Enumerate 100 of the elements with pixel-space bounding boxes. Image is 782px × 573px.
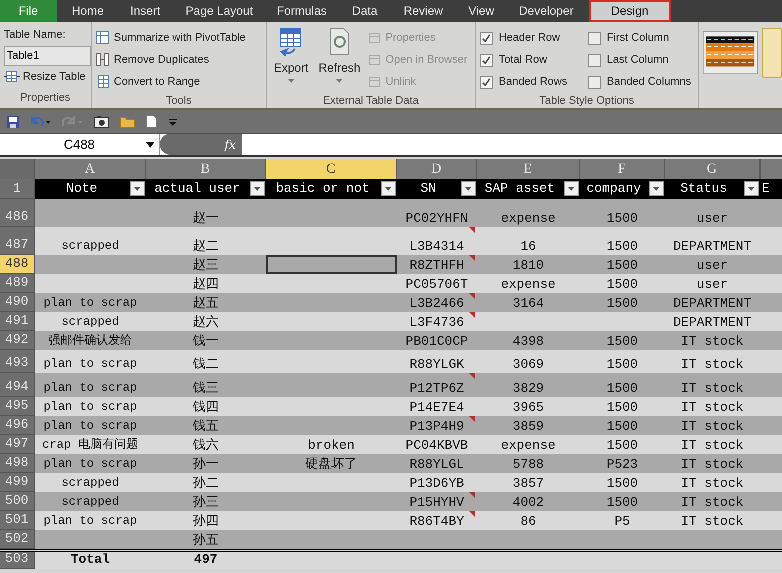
cell-text: DEPARTMENT [673, 238, 752, 255]
row-header[interactable]: 501 [0, 511, 35, 530]
cell-text: 3857 [512, 475, 544, 492]
cell-text: 1500 [606, 257, 638, 274]
resize-table-button[interactable]: Resize Table [4, 68, 86, 85]
row-header[interactable]: 488 [0, 255, 35, 274]
cell-text: 硬盘坏了 [306, 456, 358, 473]
checkbox[interactable] [588, 54, 601, 66]
camera-icon[interactable] [94, 114, 110, 128]
row-header[interactable]: 490 [0, 293, 35, 312]
cell-text: P523 [606, 456, 638, 473]
cell-text: 1500 [606, 238, 638, 255]
cell-text: PC05706T [406, 276, 468, 293]
row-header[interactable]: 500 [0, 492, 35, 511]
customize-caret-icon[interactable] [168, 116, 178, 126]
name-box[interactable]: C488 [0, 134, 160, 155]
filter-button[interactable] [130, 181, 145, 196]
checkbox[interactable] [480, 76, 493, 88]
row-header[interactable]: 497 [0, 435, 35, 454]
ribbon-button[interactable]: Remove Duplicates [96, 49, 210, 71]
cell-text: IT stock [681, 494, 744, 511]
filter-button[interactable] [649, 181, 664, 196]
cell-text: plan to scrap [44, 456, 138, 473]
cell-text: scrapped [62, 314, 120, 331]
table-style-thumbnail[interactable] [762, 28, 782, 78]
cell-text: 1500 [606, 437, 638, 454]
ribbon-tab[interactable]: Design [589, 0, 671, 22]
checkbox[interactable] [480, 54, 493, 66]
cell-text: PC02YHFN [406, 210, 468, 227]
table-name-field[interactable]: Table1 [4, 46, 91, 66]
column-header[interactable]: C [266, 159, 397, 179]
file-tab[interactable]: File [0, 0, 57, 22]
row-header[interactable]: 502 [0, 530, 35, 549]
cell-text: L3F4736 [410, 314, 464, 331]
cell-text: IT stock [681, 333, 744, 350]
checkbox-label: Total Row [499, 52, 548, 68]
filter-button[interactable] [744, 181, 759, 196]
row-header[interactable]: 491 [0, 312, 35, 331]
ribbon-button[interactable]: Refresh [316, 27, 364, 93]
cell-text: L3B4314 [410, 238, 464, 255]
row-header[interactable]: 496 [0, 416, 35, 435]
row-header[interactable]: 493 [0, 350, 35, 373]
ribbon-tab[interactable]: Formulas [267, 0, 337, 22]
check-icon [482, 56, 491, 64]
cell-text: scrapped [62, 475, 120, 492]
cell-text: scrapped [62, 494, 120, 511]
folder-icon[interactable] [120, 114, 136, 128]
insert-function-button[interactable]: fx [224, 136, 236, 154]
group-label: Properties [20, 90, 71, 106]
cell-text: 1500 [606, 475, 638, 492]
row-header[interactable]: 498 [0, 454, 35, 473]
row-header[interactable]: 487 [0, 227, 35, 255]
caret-icon [748, 186, 755, 190]
active-cell[interactable] [266, 255, 397, 274]
ribbon-tab[interactable]: Developer [509, 0, 584, 22]
cell-text: 钱五 [193, 418, 219, 435]
ribbon-tab[interactable]: Page Layout [172, 0, 267, 22]
row-header[interactable]: 489 [0, 274, 35, 293]
cell-text: 5788 [512, 456, 544, 473]
row-header[interactable]: 1 [0, 179, 35, 199]
cell-text: 4002 [512, 494, 544, 511]
cell-text: PB01C0CP [406, 333, 468, 350]
ribbon-tab[interactable]: Data [337, 0, 393, 22]
checkbox-label: Header Row [499, 30, 560, 46]
row-header[interactable]: 503 [0, 552, 35, 569]
ribbon-tab[interactable]: Home [57, 0, 119, 22]
ribbon-button[interactable]: Summarize with PivotTable [96, 27, 246, 49]
checkbox[interactable] [480, 32, 493, 44]
row-header[interactable]: 492 [0, 331, 35, 350]
row-header[interactable]: 499 [0, 473, 35, 492]
cell-text: IT stock [681, 418, 744, 435]
filter-button[interactable] [461, 181, 476, 196]
ribbon-tab[interactable]: Review [393, 0, 454, 22]
ribbon-tab[interactable]: View [454, 0, 509, 22]
caret-icon [288, 79, 295, 83]
cell-text: 1810 [512, 257, 544, 274]
document-icon[interactable] [146, 114, 158, 128]
filter-button[interactable] [381, 181, 396, 196]
caret-icon[interactable] [146, 142, 155, 148]
row-header[interactable]: 495 [0, 397, 35, 416]
table-icon [4, 70, 20, 83]
row-header[interactable]: 494 [0, 373, 35, 397]
cell-text: P14E7E4 [410, 399, 464, 416]
ribbon-tab[interactable]: Insert [119, 0, 172, 22]
undo-icon[interactable] [30, 114, 52, 128]
comment-indicator-icon [469, 312, 475, 318]
cell-text: 孙五 [193, 532, 219, 549]
checkbox[interactable] [588, 32, 601, 44]
row-header[interactable]: 486 [0, 199, 35, 227]
filter-button[interactable] [564, 181, 579, 196]
cell-text: 3965 [512, 399, 544, 416]
checkbox[interactable] [588, 76, 601, 88]
cell-text: 1500 [606, 380, 638, 397]
cell-text: IT stock [681, 380, 744, 397]
ribbon-button[interactable]: Convert to Range [96, 71, 200, 93]
ribbon-button[interactable]: Export [271, 27, 312, 93]
filter-button[interactable] [250, 181, 265, 196]
cell-text: 1500 [606, 210, 638, 227]
cell-text: plan to scrap [44, 399, 138, 416]
save-icon[interactable] [6, 114, 20, 128]
